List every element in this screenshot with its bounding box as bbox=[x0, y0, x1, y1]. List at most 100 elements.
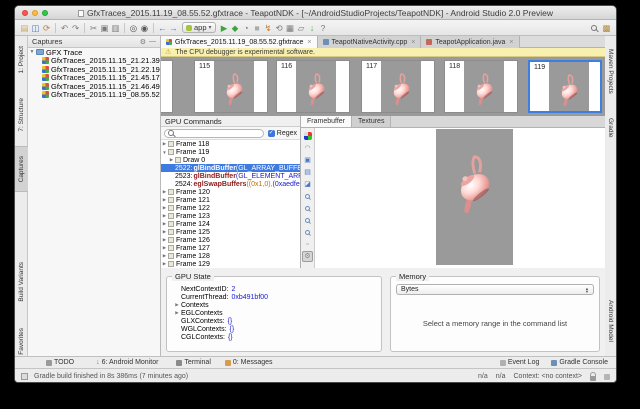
project-structure-icon[interactable]: ▦ bbox=[285, 21, 295, 35]
tab-textures[interactable]: Textures bbox=[352, 116, 391, 127]
tree-item-frame[interactable]: ▶Frame 118 bbox=[161, 140, 300, 148]
copy-icon[interactable]: ▣ bbox=[100, 21, 110, 35]
tree-item-command-selected[interactable]: 2522:glBindBuffer(GL_ARRAY_BUFFER, 0) bbox=[161, 164, 300, 172]
cut-icon[interactable]: ✂ bbox=[89, 21, 99, 35]
state-row[interactable]: CGLContexts:{} bbox=[167, 333, 381, 341]
capture-file-item[interactable]: GfxTraces_2015.11.15_21.46.49.gfxtrace bbox=[28, 82, 160, 91]
tab-teapotnativeactivity[interactable]: TeapotNativeActivity.cpp × bbox=[318, 36, 422, 48]
tree-item-command[interactable]: 2524:eglSwapBuffers((0x1,0), (0xaedfec0,… bbox=[161, 180, 300, 188]
chevron-down-icon[interactable]: ▼ bbox=[28, 49, 36, 55]
wireframe-icon[interactable]: ◠ bbox=[302, 143, 313, 154]
chevron-right-icon[interactable]: ▶ bbox=[161, 253, 168, 259]
gradle-console-button[interactable]: Gradle Console bbox=[551, 359, 608, 366]
zoom-in-icon[interactable] bbox=[302, 191, 313, 202]
tree-item-frame[interactable]: ▶Frame 122 bbox=[161, 204, 300, 212]
todo-button[interactable]: TODO bbox=[46, 359, 74, 366]
state-row[interactable]: WGLContexts:{} bbox=[167, 325, 381, 333]
chevron-right-icon[interactable]: ▶ bbox=[161, 197, 168, 203]
profile-button[interactable]: ◔ bbox=[241, 21, 251, 35]
state-row[interactable]: GLXContexts:{} bbox=[167, 317, 381, 325]
chevron-right-icon[interactable]: ▶ bbox=[161, 229, 168, 235]
sidebar-item-structure[interactable]: 7: Structure bbox=[15, 88, 28, 142]
chevron-right-icon[interactable]: ▶ bbox=[161, 141, 168, 147]
tab-teapotapplication[interactable]: TeapotApplication.java × bbox=[421, 36, 519, 48]
zoom-fit-icon[interactable] bbox=[302, 215, 313, 226]
chevron-right-icon[interactable]: ▶ bbox=[161, 245, 168, 251]
settings-icon[interactable]: ⚙ bbox=[302, 251, 313, 262]
android-monitor-button[interactable]: ↓6: Android Monitor bbox=[96, 359, 158, 366]
tree-item-command[interactable]: 2523:glBindBuffer(GL_ELEMENT_ARRAY_BUF bbox=[161, 172, 300, 180]
regex-checkbox[interactable]: ✓ bbox=[268, 130, 275, 137]
chevron-right-icon[interactable]: ▶ bbox=[161, 221, 168, 227]
tree-item-frame[interactable]: ▶Frame 120 bbox=[161, 188, 300, 196]
stop-button[interactable]: ■ bbox=[252, 21, 262, 35]
help-icon[interactable]: ? bbox=[318, 21, 328, 35]
lock-icon[interactable] bbox=[590, 376, 596, 381]
replace-icon[interactable]: ◉ bbox=[140, 21, 150, 35]
run-button[interactable]: ▶ bbox=[219, 21, 229, 35]
close-icon[interactable]: × bbox=[411, 39, 415, 46]
hide-panel-icon[interactable]: — bbox=[149, 38, 156, 46]
actual-size-icon[interactable]: ▤ bbox=[302, 167, 313, 178]
open-icon[interactable]: ▤ bbox=[20, 21, 30, 35]
sidebar-item-build-variants[interactable]: Build Variants bbox=[15, 251, 28, 313]
save-icon[interactable]: ◫ bbox=[31, 21, 41, 35]
chevron-right-icon[interactable]: ▶ bbox=[173, 302, 181, 308]
tree-item-frame[interactable]: ▶Frame 126 bbox=[161, 236, 300, 244]
sidebar-item-project[interactable]: 1: Project bbox=[15, 36, 28, 84]
apply-changes-icon[interactable]: ↯ bbox=[263, 21, 273, 35]
messages-button[interactable]: 0: Messages bbox=[225, 359, 273, 366]
tree-item-frame-expanded[interactable]: ▼Frame 119 bbox=[161, 148, 300, 156]
chevron-down-icon[interactable]: ▼ bbox=[161, 150, 168, 155]
chevron-right-icon[interactable]: ▶ bbox=[173, 310, 181, 316]
zoom-reset-icon[interactable] bbox=[302, 227, 313, 238]
sidebar-item-maven-projects[interactable]: Maven Projects bbox=[604, 38, 617, 104]
sync-icon[interactable]: ⟳ bbox=[42, 21, 52, 35]
state-row[interactable]: CurrentThread:0xb491bf00 bbox=[167, 293, 381, 301]
state-row-expandable[interactable]: ▶Contexts bbox=[167, 301, 381, 309]
tab-framebuffer[interactable]: Framebuffer bbox=[301, 116, 352, 127]
tree-item-frame[interactable]: ▶Frame 127 bbox=[161, 244, 300, 252]
tree-item-frame[interactable]: ▶Frame 121 bbox=[161, 196, 300, 204]
find-icon[interactable]: ◎ bbox=[129, 21, 139, 35]
state-row-expandable[interactable]: ▶EGLContexts bbox=[167, 309, 381, 317]
memory-format-select[interactable]: Bytes ▲▼ bbox=[396, 284, 594, 295]
avd-manager-icon[interactable]: ▱ bbox=[296, 21, 306, 35]
gear-icon[interactable]: ⚙ bbox=[140, 38, 146, 46]
sdk-manager-icon[interactable]: ↓ bbox=[307, 21, 317, 35]
toolwindow-toggle-icon[interactable] bbox=[21, 373, 28, 380]
sidebar-item-gradle[interactable]: Gradle bbox=[604, 108, 617, 148]
tab-gfxtrace[interactable]: GfxTraces_2015.11.19_08.55.52.gfxtrace × bbox=[161, 36, 318, 48]
chevron-right-icon[interactable]: ▶ bbox=[168, 157, 175, 163]
sync-gradle-icon[interactable]: ⟲ bbox=[274, 21, 284, 35]
redo-icon[interactable]: ↷ bbox=[71, 21, 81, 35]
capture-file-item[interactable]: GfxTraces_2015.11.15_21.21.39.gfxtrace bbox=[28, 57, 160, 66]
color-channels-icon[interactable] bbox=[302, 131, 313, 142]
hector-icon[interactable] bbox=[604, 374, 610, 380]
frame-thumbnail[interactable]: 118 bbox=[444, 60, 518, 113]
flip-icon[interactable]: ▫ bbox=[302, 239, 313, 250]
search-input[interactable] bbox=[176, 130, 260, 137]
tree-item-gfx-trace-root[interactable]: ▼ GFX Trace bbox=[28, 48, 160, 57]
chevron-right-icon[interactable]: ▶ bbox=[161, 261, 168, 267]
close-icon[interactable]: × bbox=[307, 39, 311, 46]
tree-item-frame[interactable]: ▶Frame 124 bbox=[161, 220, 300, 228]
frame-thumbnail[interactable]: 117 bbox=[361, 60, 435, 113]
capture-file-item[interactable]: GfxTraces_2015.11.15_21.45.17.gfxtrace bbox=[28, 74, 160, 83]
frame-thumbnail[interactable]: 115 bbox=[194, 60, 268, 113]
status-context[interactable]: Context: <no context> bbox=[514, 373, 583, 380]
tree-item-draw[interactable]: ▶Draw 0 bbox=[161, 156, 300, 164]
framebuffer-canvas[interactable] bbox=[315, 128, 605, 268]
fill-window-icon[interactable]: ◪ bbox=[302, 179, 313, 190]
undo-icon[interactable]: ↶ bbox=[60, 21, 70, 35]
search-everywhere-icon[interactable] bbox=[591, 25, 597, 31]
chevron-right-icon[interactable]: ▶ bbox=[161, 205, 168, 211]
sidebar-item-captures[interactable]: Captures bbox=[15, 146, 28, 192]
frame-thumbnail[interactable]: 116 bbox=[276, 60, 350, 113]
terminal-button[interactable]: Terminal bbox=[176, 359, 210, 366]
chevron-right-icon[interactable]: ▶ bbox=[161, 237, 168, 243]
forward-icon[interactable]: → bbox=[169, 21, 179, 35]
run-configuration-select[interactable]: app ▾ bbox=[182, 22, 216, 33]
fit-to-window-icon[interactable]: ▣ bbox=[302, 155, 313, 166]
chevron-right-icon[interactable]: ▶ bbox=[161, 189, 168, 195]
